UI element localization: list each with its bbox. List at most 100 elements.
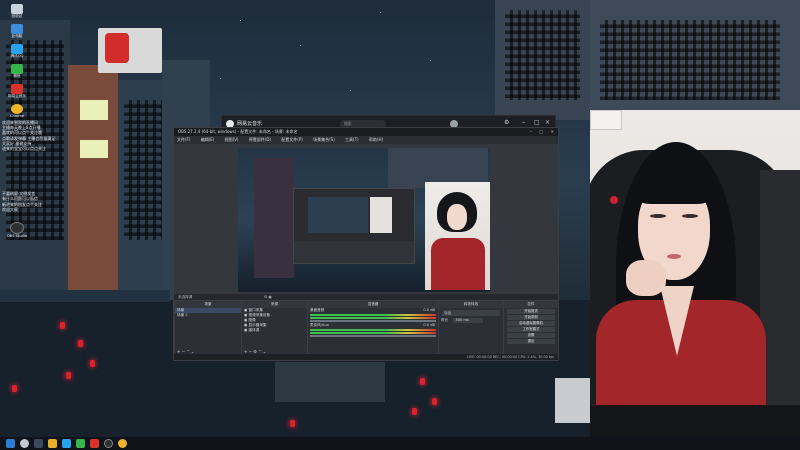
qq-icon[interactable] bbox=[62, 439, 71, 448]
wechat-icon[interactable] bbox=[76, 439, 85, 448]
transitions-dock-header: 转场特效 bbox=[439, 301, 503, 308]
desktop-icon-label: 微信 bbox=[13, 74, 21, 78]
start-recording-button[interactable]: 开始录制 bbox=[507, 315, 555, 320]
desktop-icon-label: 回收站 bbox=[11, 14, 23, 18]
bangs bbox=[636, 170, 712, 204]
desktop-icon-obs[interactable]: OBS Studio bbox=[4, 222, 30, 238]
obs-icon bbox=[10, 222, 24, 234]
close-icon[interactable]: × bbox=[551, 128, 554, 136]
minimize-icon[interactable]: – bbox=[522, 118, 526, 126]
volume-meter bbox=[310, 317, 436, 319]
sources-dock-header: 来源 bbox=[242, 301, 307, 308]
controls-dock: 控件 开始推流 开始录制 启动虚拟摄像机 工作室模式 设置 退出 bbox=[503, 300, 559, 356]
mixer-channel: 桌面音频 0.0 dB bbox=[308, 308, 438, 313]
settings-button[interactable]: 设置 bbox=[507, 333, 555, 338]
close-icon[interactable]: × bbox=[545, 119, 550, 126]
eye bbox=[682, 214, 698, 218]
desktop-icon-computer[interactable]: 此电脑 bbox=[4, 24, 30, 38]
maximize-icon[interactable]: □ bbox=[534, 119, 540, 126]
preview-nested-webcam bbox=[370, 197, 392, 233]
scene-item[interactable]: 场景 2 bbox=[175, 313, 241, 318]
transition-type-select[interactable]: 淡出 bbox=[442, 310, 500, 316]
transition-duration-row: 时长 300 ms bbox=[439, 318, 503, 323]
mixer-channel-name: 麦克风/Aux bbox=[310, 323, 329, 327]
desktop-icon-label: 腾讯QQ bbox=[10, 54, 24, 58]
menu-edit[interactable]: 编辑(E) bbox=[201, 137, 215, 142]
obs-window[interactable]: OBS 27.2.4 (64-bit, windows) - 配置文件: 未命名… bbox=[173, 127, 559, 361]
start-streaming-button[interactable]: 开始推流 bbox=[507, 309, 555, 314]
preview-nested-canvas bbox=[308, 197, 368, 233]
obs-title-bar[interactable]: OBS 27.2.4 (64-bit, windows) - 配置文件: 未命名… bbox=[174, 128, 558, 136]
note-line: 欢迎大家 bbox=[2, 206, 18, 212]
eye bbox=[650, 214, 666, 218]
desktop-icon-label: OBS Studio bbox=[6, 234, 28, 238]
source-item-label: 图像 bbox=[248, 318, 256, 322]
source-item-label: 视频采集设备 bbox=[248, 313, 271, 317]
source-item-label: 媒体源 bbox=[248, 328, 260, 332]
duration-label: 时长 bbox=[441, 318, 449, 322]
source-item-label: 显示器采集 bbox=[248, 323, 267, 327]
desktop-icon-qq[interactable]: 腾讯QQ bbox=[4, 44, 30, 58]
desktop-icon-label: 网易云音乐 bbox=[8, 94, 26, 98]
chrome-icon[interactable] bbox=[118, 439, 127, 448]
mixer-channel-name: 桌面音频 bbox=[310, 308, 325, 312]
netease-music-icon[interactable] bbox=[90, 439, 99, 448]
hair-clip bbox=[610, 196, 618, 204]
desktop-icon-chrome[interactable]: Chrome bbox=[4, 104, 30, 118]
mixer-channel-level: 0.0 dB bbox=[423, 323, 435, 327]
studio-mode-button[interactable]: 工作室模式 bbox=[507, 327, 555, 332]
webcam-feed bbox=[590, 110, 800, 437]
desktop-icon-wechat[interactable]: 微信 bbox=[4, 64, 30, 78]
obs-status-bar: LIVE: 00:00:00 REC: 00:00:00 CPU: 2.4%, … bbox=[174, 354, 558, 360]
hand bbox=[626, 260, 666, 296]
settings-icon[interactable]: ⚙ bbox=[504, 119, 509, 126]
volume-slider[interactable] bbox=[310, 335, 436, 337]
menu-tools[interactable]: 工具(T) bbox=[345, 137, 359, 142]
mixer-dock-header: 混音器 bbox=[308, 301, 438, 308]
maximize-icon[interactable]: □ bbox=[539, 128, 543, 136]
search-icon[interactable] bbox=[20, 439, 29, 448]
menu-view[interactable]: 视图(V) bbox=[225, 137, 239, 142]
mixer-channel: 麦克风/Aux 0.0 dB bbox=[308, 323, 438, 328]
netease-music-icon bbox=[11, 84, 23, 94]
mixer-dock: 混音器 桌面音频 0.0 dB 麦克风/Aux 0.0 dB bbox=[307, 300, 439, 356]
volume-meter bbox=[310, 332, 436, 334]
volume-meter bbox=[310, 329, 436, 331]
menu-profile[interactable]: 配置文件(P) bbox=[281, 137, 303, 142]
preview-nested-obs bbox=[293, 188, 415, 264]
menu-scene-collection[interactable]: 场景集合(S) bbox=[313, 137, 335, 142]
obs-icon[interactable] bbox=[104, 439, 113, 448]
source-item[interactable]: ▣ 媒体源 bbox=[242, 328, 307, 333]
desktop-icon-label: 此电脑 bbox=[11, 34, 23, 38]
status-text: LIVE: 00:00:00 REC: 00:00:00 CPU: 2.4%, … bbox=[466, 355, 554, 359]
desktop-icon-recycle-bin[interactable]: 回收站 bbox=[4, 4, 30, 18]
task-view-icon[interactable] bbox=[34, 439, 43, 448]
windows-start-icon[interactable] bbox=[6, 439, 15, 448]
controls-dock-header: 控件 bbox=[504, 301, 558, 308]
duration-input[interactable]: 300 ms bbox=[453, 318, 484, 323]
source-item-label: 窗口采集 bbox=[248, 308, 263, 312]
menu-file[interactable]: 文件(F) bbox=[177, 137, 190, 142]
virtual-camera-button[interactable]: 启动虚拟摄像机 bbox=[507, 321, 555, 326]
preview-canvas[interactable] bbox=[238, 148, 490, 292]
menu-help[interactable]: 帮助(H) bbox=[369, 137, 383, 142]
minimize-icon[interactable]: – bbox=[530, 128, 532, 136]
exit-button[interactable]: 退出 bbox=[507, 339, 555, 344]
desktop-text-notes: 欢迎来到我的直播间 主播每天晚上8点开播 喜欢的可以点个关注哦 点歌请发弹幕 主… bbox=[2, 120, 94, 212]
computer-icon bbox=[11, 24, 23, 34]
mixer-channel-level: 0.0 dB bbox=[423, 308, 435, 312]
file-explorer-icon[interactable] bbox=[48, 439, 57, 448]
recycle-bin-icon bbox=[11, 4, 23, 14]
menu-docks[interactable]: 停靠部件(D) bbox=[249, 137, 271, 142]
wechat-icon bbox=[11, 64, 23, 74]
obs-menu-bar: 文件(F) 编辑(E) 视图(V) 停靠部件(D) 配置文件(P) 场景集合(S… bbox=[174, 136, 558, 144]
chrome-icon bbox=[11, 104, 23, 114]
desktop-icon-netease[interactable]: 网易云音乐 bbox=[4, 84, 30, 98]
chair-side bbox=[760, 170, 800, 410]
lips bbox=[667, 254, 681, 259]
preview-webcam bbox=[425, 182, 490, 290]
volume-slider[interactable] bbox=[310, 320, 436, 322]
obs-preview-area[interactable] bbox=[174, 144, 558, 294]
preview-building bbox=[254, 158, 294, 278]
scenes-dock: 场景 场景 场景 2 + − ⌃ ⌄ bbox=[174, 300, 242, 356]
